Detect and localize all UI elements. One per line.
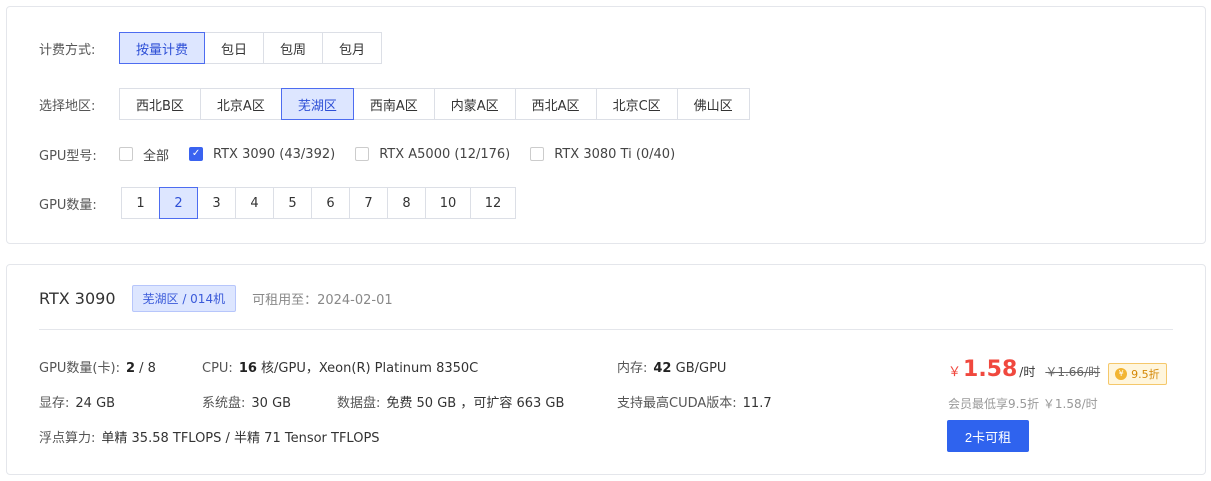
spec-system-disk-label: 系统盘: [202,396,246,411]
spec-cuda-value: 11.7 [742,396,772,411]
gpu-count-option-10[interactable]: 10 [425,187,471,219]
gpu-name: RTX 3090 [39,289,116,308]
checkmark-icon: ✓ [189,147,204,161]
gpu-count-option-8[interactable]: 8 [387,187,426,219]
region-option-foshan[interactable]: 佛山区 [676,88,750,120]
price-box: ￥ 1.58 /时 ￥1.66/时 ¥ 9.5折 会员最低享9.5折 ￥1.58… [948,357,1167,412]
gpu-model-options: 全部 ✓ RTX 3090 (43/392) RTX A5000 (12/176… [119,145,695,164]
gpu-model-rtx3080ti-checkbox[interactable]: RTX 3080 Ti (0/40) [530,147,675,162]
rent-until: 可租用至：2024-02-01 [252,293,393,308]
billing-options: 按量计费 包日 包周 包月 [119,32,383,64]
billing-option-monthly[interactable]: 包月 [322,32,383,64]
billing-row: 计费方式: 按量计费 包日 包周 包月 [39,32,383,64]
gpu-count-option-1[interactable]: 1 [121,187,160,219]
price-unit: /时 [1019,365,1036,379]
billing-option-daily[interactable]: 包日 [204,32,265,64]
region-option-xibei-a[interactable]: 西北A区 [514,88,597,120]
spec-cpu-model: 核/GPU，Xeon(R) Platinum 8350C [261,361,479,376]
spec-cpu-cores: 16 [238,361,257,376]
region-option-xibei-b[interactable]: 西北B区 [119,88,201,120]
spec-cuda: 支持最高CUDA版本: 11.7 [617,392,772,411]
billing-option-weekly[interactable]: 包周 [263,32,324,64]
gpu-count-option-2[interactable]: 2 [159,187,198,219]
region-tag: 芜湖区 / 014机 [131,285,237,312]
discount-text: 9.5折 [1131,367,1160,381]
machine-card: RTX 3090 芜湖区 / 014机 可租用至：2024-02-01 GPU数… [6,264,1206,475]
region-option-beijing-c[interactable]: 北京C区 [595,88,678,120]
region-option-xinan-a[interactable]: 西南A区 [352,88,435,120]
region-row: 选择地区: 西北B区 北京A区 芜湖区 西南A区 内蒙A区 西北A区 北京C区 … [39,88,750,120]
spec-memory-label: 内存: [617,361,648,376]
checkbox-empty-icon [530,147,545,161]
gpu-model-all-checkbox[interactable]: 全部 [119,145,169,164]
price-line: ￥ 1.58 /时 ￥1.66/时 ¥ 9.5折 [948,357,1167,385]
spec-flops-value: 单精 35.58 TFLOPS / 半精 71 Tensor TFLOPS [101,431,380,446]
gpu-count-option-12[interactable]: 12 [470,187,516,219]
gpu-model-rtx3090-checkbox[interactable]: ✓ RTX 3090 (43/392) [189,147,335,162]
spec-memory: 内存: 42 GB/GPU [617,357,726,376]
checkbox-empty-icon [119,147,133,161]
gpu-count-option-3[interactable]: 3 [197,187,236,219]
gpu-model-option-label: RTX 3080 Ti (0/40) [554,146,676,162]
region-option-beijing-a[interactable]: 北京A区 [199,88,282,120]
spec-memory-unit: GB/GPU [675,361,727,376]
gpu-model-option-label: 全部 [143,148,170,164]
spec-vram-value: 24 GB [75,396,116,411]
card-divider [39,329,1173,330]
spec-cuda-label: 支持最高CUDA版本: [617,396,737,411]
spec-vram: 显存: 24 GB [39,392,115,411]
region-options: 西北B区 北京A区 芜湖区 西南A区 内蒙A区 西北A区 北京C区 佛山区 [119,88,750,120]
spec-system-disk: 系统盘: 30 GB [202,392,291,411]
discount-badge: ¥ 9.5折 [1108,362,1167,385]
gpu-model-label: GPU型号: [39,148,97,164]
checkbox-empty-icon [355,147,370,161]
region-label: 选择地区: [39,98,96,114]
spec-data-disk: 数据盘: 免费 50 GB ，可扩容 663 GB [337,392,564,411]
spec-vram-label: 显存: [39,396,70,411]
spec-system-disk-value: 30 GB [251,396,292,411]
gpu-model-row: GPU型号: 全部 ✓ RTX 3090 (43/392) RTX A5000 … [39,144,695,164]
region-option-neimeng-a[interactable]: 内蒙A区 [433,88,516,120]
gpu-model-option-label: RTX A5000 (12/176) [379,146,511,162]
price-value: 1.58 [963,357,1018,382]
spec-cpu-label: CPU: [202,361,233,376]
gpu-count-option-7[interactable]: 7 [349,187,388,219]
price-currency: ￥ [948,365,962,380]
spec-gpu-count-value: 2 [125,361,135,376]
spec-data-disk-label: 数据盘: [337,396,381,411]
card-header: RTX 3090 芜湖区 / 014机 可租用至：2024-02-01 [39,285,393,312]
rent-button[interactable]: 2卡可租 [947,420,1029,452]
gpu-count-option-4[interactable]: 4 [235,187,274,219]
gpu-count-option-6[interactable]: 6 [311,187,350,219]
spec-gpu-count-total: / 8 [135,361,156,376]
spec-flops: 浮点算力: 单精 35.58 TFLOPS / 半精 71 Tensor TFLO… [39,427,380,446]
gpu-count-option-5[interactable]: 5 [273,187,312,219]
gpu-model-option-label: RTX 3090 (43/392) [213,146,336,162]
gpu-count-options: 1 2 3 4 5 6 7 8 10 12 [121,187,516,219]
spec-gpu-count-label: GPU数量(卡): [39,361,120,376]
gpu-model-rtxa5000-checkbox[interactable]: RTX A5000 (12/176) [355,147,510,162]
gpu-count-row: GPU数量: 1 2 3 4 5 6 7 8 10 12 [39,187,516,219]
gpu-count-label: GPU数量: [39,197,97,213]
spec-cpu: CPU: 16 核/GPU，Xeon(R) Platinum 8350C [202,357,478,376]
spec-memory-value: 42 [653,361,672,376]
region-option-wuhu[interactable]: 芜湖区 [280,88,354,120]
member-price-note: 会员最低享9.5折 ￥1.58/时 [948,396,1098,411]
spec-data-disk-value: 免费 50 GB ，可扩容 663 GB [386,396,565,411]
spec-gpu-count: GPU数量(卡): 2 / 8 [39,357,156,376]
billing-option-hourly[interactable]: 按量计费 [119,32,206,64]
billing-label: 计费方式: [39,42,96,58]
original-price: ￥1.66/时 [1045,365,1101,379]
filter-panel: 计费方式: 按量计费 包日 包周 包月 选择地区: 西北B区 北京A区 芜湖区 … [6,6,1206,244]
spec-flops-label: 浮点算力: [39,431,96,446]
coin-icon: ¥ [1115,367,1128,380]
